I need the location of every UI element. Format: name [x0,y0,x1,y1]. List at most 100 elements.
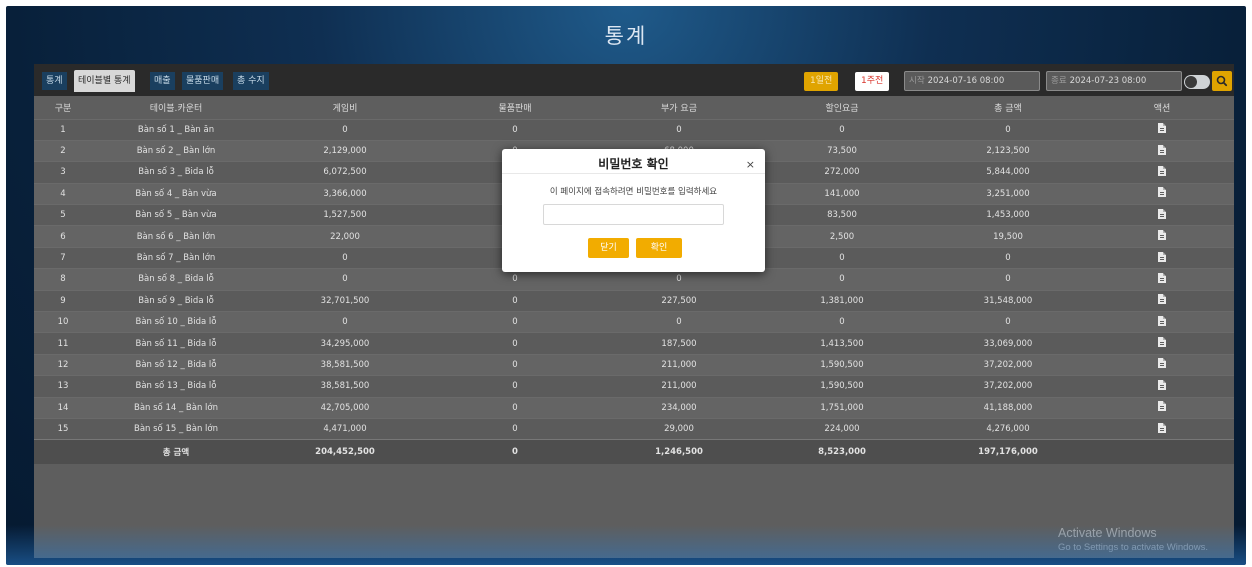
col-header-game-fee: 게임비 [260,96,430,119]
cell-discount: 0 [758,118,926,141]
cell-game-fee: 0 [260,246,430,269]
cell-table: Bàn số 12 _ Bida lỗ [92,353,260,376]
windows-activation-watermark: Activate Windows Go to Settings to activ… [1058,526,1208,553]
document-icon[interactable] [1158,187,1166,198]
document-icon[interactable] [1158,379,1166,390]
cell-action [1090,161,1234,184]
start-date-field[interactable]: 시작 2024-07-16 08:00 [904,71,1040,91]
cancel-button[interactable]: 닫기 [588,238,629,258]
totals-goods-sales: 0 [430,439,600,464]
cell-discount: 2,500 [758,225,926,248]
cell-no: 15 [34,417,92,440]
watermark-line1: Activate Windows [1058,526,1157,540]
document-icon[interactable] [1158,251,1166,262]
cell-no: 4 [34,182,92,205]
cell-table: Bàn số 4 _ Bàn vừa [92,182,260,205]
cell-extra-fee: 0 [600,311,758,333]
col-header-total: 총 금액 [926,96,1090,119]
end-date-field[interactable]: 종료 2024-07-23 08:00 [1046,71,1182,91]
cell-goods-sales: 0 [430,289,600,312]
cell-table: Bàn số 8 _ Bida lỗ [92,268,260,291]
cell-goods-sales: 0 [430,353,600,376]
document-icon[interactable] [1158,272,1166,283]
cell-no: 13 [34,375,92,398]
document-icon[interactable] [1158,165,1166,176]
confirm-button[interactable]: 확인 [636,238,682,258]
cell-action [1090,353,1234,376]
cell-goods-sales: 0 [430,396,600,419]
tab-statistics[interactable]: 통계 [42,72,67,90]
search-button[interactable] [1212,71,1232,91]
table-row: 13 Bàn số 13 _ Bida lỗ 38,581,500 0 211,000 1… [34,375,1234,398]
cell-table: Bàn số 6 _ Bàn lớn [92,225,260,248]
document-icon[interactable] [1158,315,1166,326]
cell-discount: 141,000 [758,182,926,205]
dialog-message: 이 페이지에 접속하려면 비밀번호를 입력하세요 [549,187,718,197]
tab-total-balance[interactable]: 총 수지 [233,72,269,90]
cell-table: Bàn số 14 _ Bàn lớn [92,396,260,419]
statistics-panel: 통계 테이블별 통계 매출 물품판매 총 수지 1일전 1주전 시작 2024-0… [34,64,1234,558]
document-icon[interactable] [1158,294,1166,305]
totals-total: 197,176,000 [926,439,1090,464]
cell-table: Bàn số 11 _ Bida lỗ [92,332,260,355]
cell-total: 33,069,000 [926,332,1090,355]
document-icon[interactable] [1158,358,1166,369]
document-icon[interactable] [1158,401,1166,412]
one-day-ago-button[interactable]: 1일전 [804,72,839,91]
cell-action [1090,332,1234,355]
cell-action [1090,139,1234,162]
cell-total: 0 [926,268,1090,291]
cell-game-fee: 1,527,500 [260,204,430,226]
col-header-goods-sales: 물품판매 [430,96,600,119]
document-icon[interactable] [1158,123,1166,134]
document-icon[interactable] [1158,208,1166,219]
password-input[interactable] [543,204,724,225]
cell-total: 3,251,000 [926,182,1090,205]
mode-toggle[interactable] [1184,75,1210,89]
cell-total: 1,453,000 [926,204,1090,226]
tab-goods-sales[interactable]: 물품판매 [182,72,224,90]
cell-action [1090,225,1234,248]
document-icon[interactable] [1158,337,1166,348]
cell-action [1090,417,1234,440]
cell-table: Bàn số 15 _ Bàn lớn [92,417,260,440]
cell-no: 12 [34,353,92,376]
tab-table-statistics[interactable]: 테이블별 통계 [74,70,135,92]
cell-total: 37,202,000 [926,375,1090,398]
cell-total: 31,548,000 [926,289,1090,312]
cell-game-fee: 38,581,500 [260,353,430,376]
document-icon[interactable] [1158,144,1166,155]
cell-game-fee: 42,705,000 [260,396,430,419]
col-header-no: 구분 [34,96,92,119]
close-icon[interactable]: × [746,158,755,171]
watermark-line2: Go to Settings to activate Windows. [1058,542,1208,553]
cell-action [1090,246,1234,269]
cell-game-fee: 4,471,000 [260,417,430,440]
cell-action [1090,289,1234,312]
document-icon[interactable] [1158,230,1166,241]
cell-discount: 1,751,000 [758,396,926,419]
document-icon[interactable] [1158,422,1166,433]
cell-no: 14 [34,396,92,419]
cell-extra-fee: 187,500 [600,332,758,355]
totals-cell [34,439,92,464]
cell-total: 0 [926,118,1090,141]
cell-no: 9 [34,289,92,312]
cell-discount: 1,413,500 [758,332,926,355]
cell-game-fee: 32,701,500 [260,289,430,312]
totals-label: 총 금액 [92,439,260,464]
cell-action [1090,375,1234,398]
totals-discount: 8,523,000 [758,439,926,464]
password-dialog: 비밀번호 확인 × 이 페이지에 접속하려면 비밀번호를 입력하세요 닫기 확인 [502,149,765,272]
cell-discount: 1,590,500 [758,353,926,376]
tab-sales[interactable]: 매출 [150,72,175,90]
cell-goods-sales: 0 [430,375,600,398]
cell-no: 8 [34,268,92,291]
start-date-value: 2024-07-16 08:00 [927,76,1005,86]
cell-no: 11 [34,332,92,355]
cell-table: Bàn số 10 _ Bida lỗ [92,311,260,333]
cell-game-fee: 0 [260,268,430,291]
cell-table: Bàn số 1 _ Bàn ăn [92,118,260,141]
cell-goods-sales: 0 [430,311,600,333]
one-week-ago-button[interactable]: 1주전 [855,72,890,91]
